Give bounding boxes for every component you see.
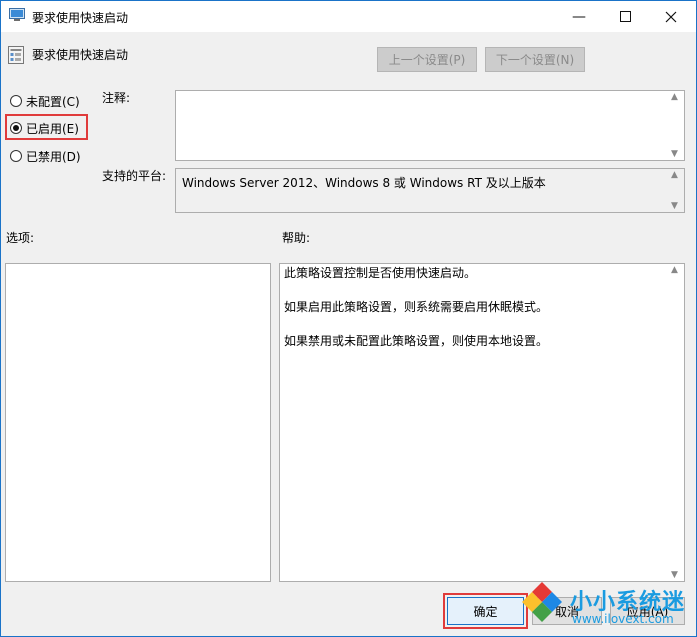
policy-window-icon xyxy=(9,8,25,21)
help-line: 此策略设置控制是否使用快速启动。 xyxy=(284,266,477,280)
scroll-down-icon[interactable]: ▼ xyxy=(671,149,678,159)
close-button[interactable] xyxy=(648,1,694,32)
platform-field: Windows Server 2012、Windows 8 或 Windows … xyxy=(175,168,685,213)
scroll-up-icon[interactable]: ▲ xyxy=(671,265,678,275)
radio-enabled[interactable]: 已启用(E) xyxy=(10,119,79,137)
platform-scrollbar[interactable]: ▲ ▼ xyxy=(667,169,684,212)
scroll-up-icon[interactable]: ▲ xyxy=(671,170,678,180)
platform-label: 支持的平台: xyxy=(102,169,167,183)
radio-not-configured[interactable]: 未配置(C) xyxy=(10,92,80,110)
scroll-up-icon[interactable]: ▲ xyxy=(671,92,678,102)
minimize-button[interactable]: — xyxy=(556,1,602,32)
maximize-button[interactable] xyxy=(602,1,648,32)
comment-textarea[interactable]: ▲ ▼ xyxy=(175,90,685,161)
radio-label: 未配置(C) xyxy=(26,94,80,109)
ok-highlight-box xyxy=(443,593,528,629)
radio-circle[interactable] xyxy=(10,95,22,107)
comment-label: 注释: xyxy=(102,91,131,105)
scroll-down-icon[interactable]: ▼ xyxy=(671,201,678,211)
radio-circle-selected[interactable] xyxy=(10,122,22,134)
watermark-url: www.ilovext.com xyxy=(572,612,674,626)
options-label: 选项: xyxy=(6,231,35,245)
maximize-icon xyxy=(619,11,631,22)
radio-label: 已启用(E) xyxy=(26,121,79,136)
radio-circle[interactable] xyxy=(10,150,22,162)
next-setting-button[interactable]: 下一个设置(N) xyxy=(485,47,585,72)
help-line: 如果启用此策略设置，则系统需要启用休眠模式。 xyxy=(284,300,549,314)
help-label: 帮助: xyxy=(282,231,311,245)
scroll-down-icon[interactable]: ▼ xyxy=(671,570,678,580)
radio-label: 已禁用(D) xyxy=(26,149,81,164)
close-icon xyxy=(665,11,677,22)
help-scrollbar[interactable]: ▲ ▼ xyxy=(667,264,684,581)
options-panel xyxy=(5,263,271,582)
watermark-logo-icon xyxy=(522,582,562,622)
comment-scrollbar[interactable]: ▲ ▼ xyxy=(667,91,684,160)
window-title: 要求使用快速启动 xyxy=(32,11,129,25)
help-line: 如果禁用或未配置此策略设置，则使用本地设置。 xyxy=(284,334,549,348)
previous-setting-button[interactable]: 上一个设置(P) xyxy=(377,47,477,72)
minimize-icon: — xyxy=(572,8,586,25)
policy-setting-icon xyxy=(8,46,24,64)
policy-name: 要求使用快速启动 xyxy=(32,48,129,62)
platform-value: Windows Server 2012、Windows 8 或 Windows … xyxy=(182,176,546,190)
radio-disabled[interactable]: 已禁用(D) xyxy=(10,147,81,165)
